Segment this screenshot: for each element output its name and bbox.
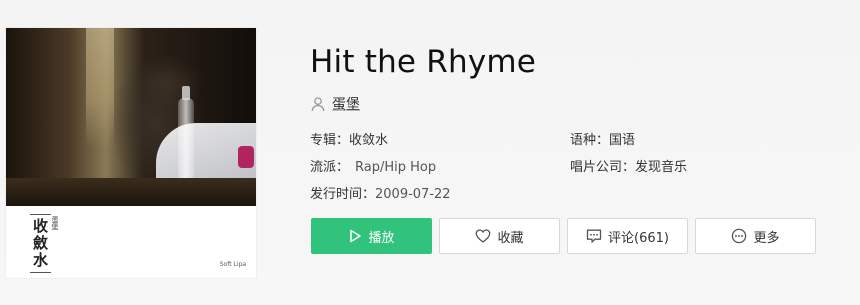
heart-icon	[475, 228, 491, 244]
album-meta: 专辑：收敛水	[310, 129, 388, 148]
artist-row: 蛋堡	[310, 94, 360, 114]
cover-photo	[6, 28, 256, 206]
cover-window-light	[86, 28, 114, 148]
record-company-meta: 唱片公司：发现音乐	[570, 156, 687, 175]
song-detail-page: 收斂水 蛋堡 Soft Lipa Hit the Rhyme 蛋堡 专辑：收敛水…	[0, 0, 860, 305]
comments-button[interactable]: 评论(661)	[567, 218, 688, 254]
comments-label: 评论(661)	[608, 230, 669, 246]
record-company-value: 发现音乐	[635, 160, 688, 175]
play-icon	[348, 229, 362, 243]
artist-link[interactable]: 蛋堡	[332, 94, 360, 114]
more-icon	[731, 228, 747, 244]
cover-artist-name: 蛋堡	[51, 216, 59, 230]
favorite-label: 收藏	[497, 230, 524, 246]
language-label: 语种：	[570, 133, 610, 148]
album-label: 专辑：	[310, 133, 350, 148]
favorite-button[interactable]: 收藏	[439, 218, 560, 254]
comment-icon	[586, 228, 602, 244]
cover-shirt-patch	[238, 146, 254, 168]
record-company-label: 唱片公司：	[570, 160, 636, 175]
language-value: 国语	[609, 133, 636, 148]
release-date: 2009-07-22	[375, 187, 451, 202]
more-label: 更多	[753, 230, 780, 246]
user-icon	[310, 96, 326, 112]
language-meta: 语种：国语	[570, 129, 635, 148]
more-button[interactable]: 更多	[695, 218, 816, 254]
album-link[interactable]: 收敛水	[349, 133, 388, 148]
album-cover[interactable]: 收斂水 蛋堡 Soft Lipa	[6, 28, 256, 278]
play-label: 播放	[368, 230, 395, 246]
genre-label: 流派：	[310, 160, 350, 175]
genre-meta: 流派： Rap/Hip Hop	[310, 156, 436, 175]
cover-label-text: Soft Lipa	[219, 261, 246, 268]
cover-album-title: 收斂水	[30, 214, 51, 273]
cover-table	[6, 178, 256, 206]
release-label: 发行时间：	[310, 187, 376, 202]
cover-text-block: 收斂水 蛋堡	[30, 214, 59, 273]
song-title: Hit the Rhyme	[310, 44, 537, 80]
genre-link[interactable]: Rap/Hip Hop	[355, 160, 436, 175]
play-button[interactable]: 播放	[311, 218, 432, 254]
release-meta: 发行时间：2009-07-22	[310, 183, 451, 202]
